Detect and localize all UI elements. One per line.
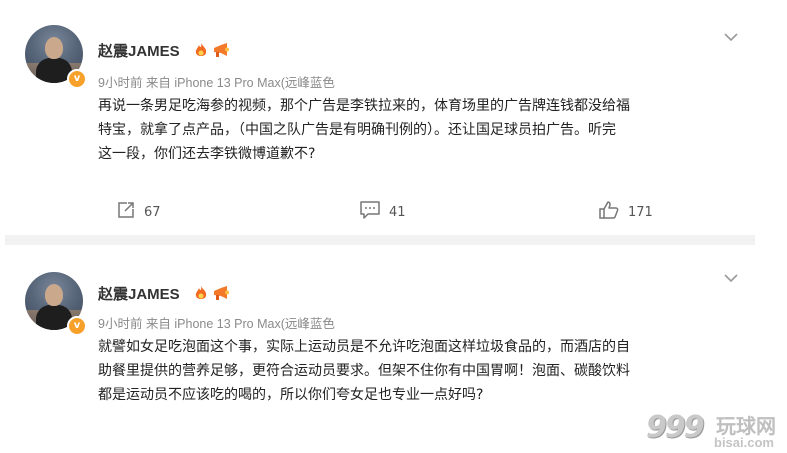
repost-icon bbox=[116, 200, 136, 224]
post-divider bbox=[5, 235, 755, 245]
post-meta: 9小时前 来自 iPhone 13 Pro Max(远峰蓝色 bbox=[98, 76, 335, 90]
post-text-line: 特宝，就拿了点产品，（中国之队广告是有明确刊例的）。还让国足球员拍广告。听完 bbox=[98, 122, 616, 138]
like-icon bbox=[598, 200, 620, 224]
post-meta: 9小时前 来自 iPhone 13 Pro Max(远峰蓝色 bbox=[98, 317, 335, 331]
post-text-line: 再说一条男足吃海参的视频，那个广告是李铁拉来的，体育场里的广告牌连钱都没给福 bbox=[98, 98, 630, 114]
post-text-line: 就譬如女足吃泡面这个事，实际上运动员是不允许吃泡面这样垃圾食品的，而酒店的自 bbox=[98, 339, 630, 355]
comment-count: 41 bbox=[389, 204, 406, 220]
username[interactable]: 赵震JAMES bbox=[98, 283, 180, 304]
megaphone-emoji-icon bbox=[212, 285, 230, 306]
flame-emoji-icon bbox=[194, 42, 208, 63]
post-text: 再说一条男足吃海参的视频，那个广告是李铁拉来的，体育场里的广告牌连钱都没给福 特… bbox=[98, 94, 746, 166]
flame-emoji-icon bbox=[194, 285, 208, 306]
site-watermark: 999 玩球网 bisai.com bbox=[646, 408, 786, 453]
post-text: 就譬如女足吃泡面这个事，实际上运动员是不允许吃泡面这样垃圾食品的，而酒店的自 助… bbox=[98, 335, 746, 407]
megaphone-emoji-icon bbox=[212, 42, 230, 63]
chevron-down-icon[interactable] bbox=[722, 270, 740, 284]
like-button[interactable]: 171 bbox=[598, 200, 653, 224]
post-text-line: 助餐里提供的营养足够，更符合运动员要求。但架不住你有中国胃啊！泡面、碳酸饮料 bbox=[98, 363, 630, 379]
weibo-post-1: v 赵震JAMES 9小时前 来自 iPhone 13 Pro Max(远峰蓝色… bbox=[0, 0, 760, 232]
watermark-digits: 999 bbox=[646, 410, 705, 445]
watermark-url: bisai.com bbox=[714, 435, 774, 450]
post-text-line: 都是运动员不应该吃的喝的，所以你们夸女足也专业一点好吗? bbox=[98, 387, 484, 403]
comment-button[interactable]: 41 bbox=[359, 200, 406, 224]
post-text-line: 这一段，你们还去李铁微博道歉不? bbox=[98, 146, 316, 162]
post-actions: 67 41 171 bbox=[0, 200, 760, 224]
repost-button[interactable]: 67 bbox=[116, 200, 161, 224]
like-count: 171 bbox=[628, 204, 653, 220]
chevron-down-icon[interactable] bbox=[722, 29, 740, 43]
verified-badge-icon: v bbox=[67, 69, 87, 89]
username[interactable]: 赵震JAMES bbox=[98, 40, 180, 61]
verified-badge-icon: v bbox=[67, 316, 87, 336]
repost-count: 67 bbox=[144, 204, 161, 220]
comment-icon bbox=[359, 200, 381, 224]
